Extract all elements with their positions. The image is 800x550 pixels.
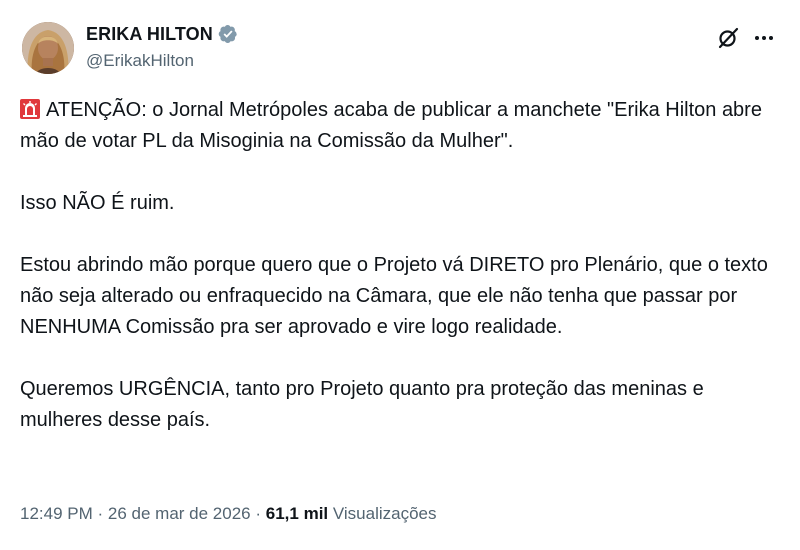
tweet-paragraph: ATENÇÃO: o Jornal Metrópoles acaba de pu… — [20, 95, 780, 157]
post-date[interactable]: 26 de mar de 2026 — [108, 504, 251, 523]
profile-photo — [22, 22, 74, 74]
police-light-emoji-icon — [20, 98, 40, 119]
tweet-paragraph-text: ATENÇÃO: o Jornal Metrópoles acaba de pu… — [20, 99, 762, 152]
meta-separator: · — [255, 504, 262, 523]
author-handle[interactable]: @ErikakHilton — [86, 51, 194, 71]
verified-badge-icon[interactable] — [218, 24, 238, 44]
tweet-paragraph: Estou abrindo mão porque quero que o Pro… — [20, 254, 768, 338]
tweet-text: ATENÇÃO: o Jornal Metrópoles acaba de pu… — [20, 95, 780, 436]
tweet-paragraph: Queremos URGÊNCIA, tanto pro Projeto qua… — [20, 378, 704, 431]
more-options-icon[interactable] — [752, 26, 776, 50]
avatar[interactable] — [22, 22, 74, 74]
meta-separator: · — [97, 504, 104, 523]
author-display-name[interactable]: ERIKA HILTON — [86, 24, 213, 45]
grok-icon[interactable] — [716, 26, 740, 50]
views-label[interactable]: Visualizações — [333, 504, 437, 523]
views-count[interactable]: 61,1 mil — [266, 504, 328, 523]
tweet-meta: 12:49 PM · 26 de mar de 2026 · 61,1 mil … — [20, 504, 437, 524]
post-time[interactable]: 12:49 PM — [20, 504, 93, 523]
tweet-paragraph: Isso NÃO É ruim. — [20, 192, 175, 214]
author-name-row[interactable]: ERIKA HILTON — [86, 22, 238, 46]
tweet-card: ERIKA HILTON @ErikakHilton ATENÇÃO: o Jo… — [0, 0, 800, 550]
